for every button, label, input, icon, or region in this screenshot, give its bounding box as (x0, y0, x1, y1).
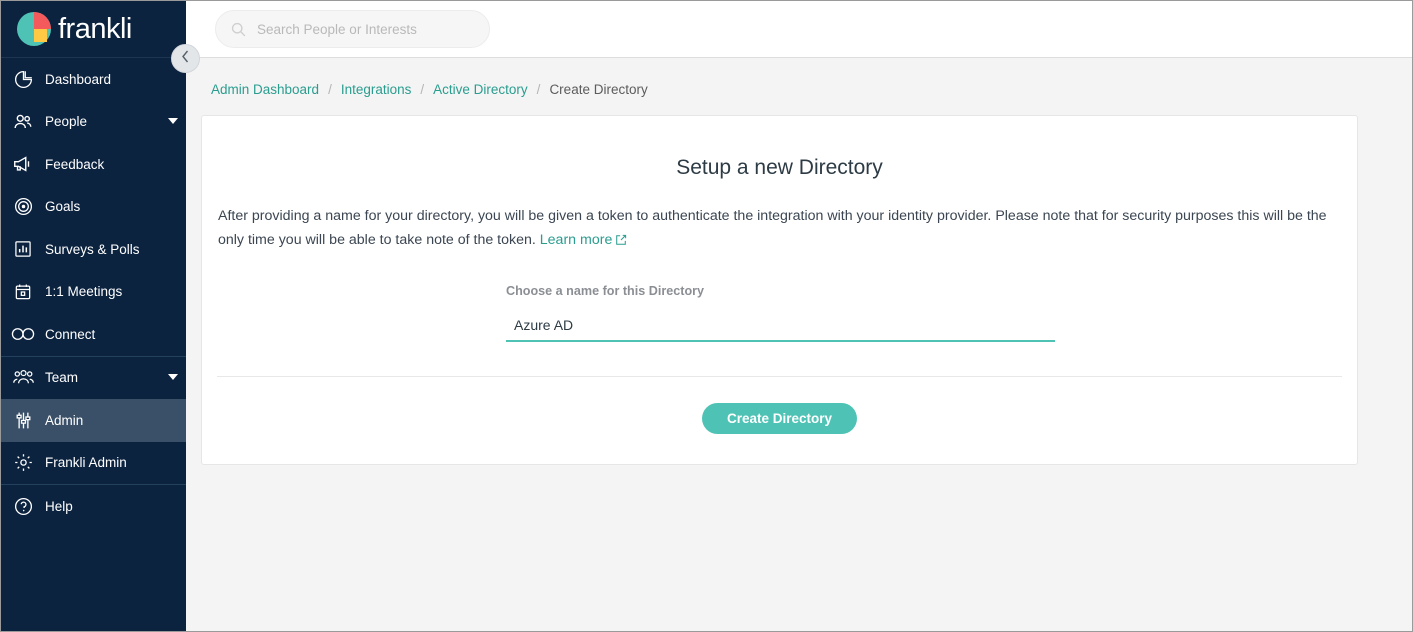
sidebar-item-label: Admin (45, 412, 84, 428)
create-directory-button[interactable]: Create Directory (701, 403, 858, 434)
sidebar-item-label: 1:1 Meetings (45, 284, 123, 300)
main-content: Admin Dashboard / Integrations / Active … (186, 58, 1412, 631)
breadcrumb: Admin Dashboard / Integrations / Active … (186, 58, 1412, 97)
sidebar-item-people[interactable]: People (1, 101, 186, 144)
setup-directory-card: Setup a new Directory After providing a … (201, 115, 1358, 465)
sidebar-item-help[interactable]: Help (1, 485, 186, 528)
sidebar-item-goals[interactable]: Goals (1, 186, 186, 229)
sidebar-item-1-1-meetings[interactable]: 1:1 Meetings (1, 271, 186, 314)
learn-more-link[interactable]: Learn more (540, 232, 613, 248)
sidebar-item-frankli-admin[interactable]: Frankli Admin (1, 442, 186, 485)
breadcrumb-item-create-directory: Create Directory (549, 82, 648, 97)
card-actions: Create Directory (217, 403, 1342, 434)
sidebar-item-surveys-polls[interactable]: Surveys & Polls (1, 228, 186, 271)
directory-name-input[interactable] (506, 314, 1055, 342)
sidebar-item-team[interactable]: Team (1, 357, 186, 400)
directory-name-label: Choose a name for this Directory (506, 284, 705, 298)
sidebar-item-label: Connect (45, 326, 96, 342)
chevron-down-icon[interactable] (160, 374, 186, 381)
breadcrumb-separator: / (536, 82, 541, 97)
megaphone-icon (1, 153, 45, 175)
breadcrumb-item-active-directory[interactable]: Active Directory (433, 82, 528, 97)
external-link-icon[interactable] (615, 234, 627, 250)
calendar-icon (1, 282, 45, 302)
sidebar-item-label: Goals (45, 199, 81, 215)
page-title: Setup a new Directory (676, 156, 883, 179)
breadcrumb-separator: / (420, 82, 425, 97)
sidebar-item-label: Team (45, 370, 79, 386)
search-icon (230, 21, 247, 38)
sidebar-item-label: Dashboard (45, 71, 112, 87)
app-window: frankli Dashboard People Feedback Goals … (0, 0, 1413, 632)
sidebar-item-feedback[interactable]: Feedback (1, 143, 186, 186)
card-divider (217, 376, 1342, 377)
card-description: After providing a name for your director… (217, 204, 1342, 254)
directory-name-field-group: Choose a name for this Directory (506, 284, 1055, 342)
sidebar-item-label: Frankli Admin (45, 455, 127, 471)
infinity-icon (1, 324, 45, 344)
sidebar-item-label: Surveys & Polls (45, 241, 140, 257)
breadcrumb-item-integrations[interactable]: Integrations (341, 82, 412, 97)
people-icon (1, 111, 45, 133)
franklin-pie-logo-icon (17, 12, 51, 46)
search-placeholder: Search People or Interests (257, 21, 417, 37)
breadcrumb-separator: / (328, 82, 332, 97)
sliders-icon (1, 410, 45, 431)
sidebar-nav: Dashboard People Feedback Goals Surveys … (1, 58, 186, 528)
brand-name: frankli (58, 12, 132, 45)
gear-icon (1, 452, 45, 473)
chevron-down-icon[interactable] (160, 118, 186, 125)
team-group-icon (1, 366, 45, 389)
top-bar: Search People or Interests (186, 1, 1412, 58)
sidebar-item-label: Help (45, 498, 73, 514)
sidebar: frankli Dashboard People Feedback Goals … (1, 1, 186, 631)
sidebar-item-label: Feedback (45, 156, 105, 172)
sidebar-item-admin[interactable]: Admin (1, 399, 186, 442)
breadcrumb-item-admin-dashboard[interactable]: Admin Dashboard (211, 82, 319, 97)
target-icon (1, 196, 45, 217)
chevron-left-icon (181, 50, 190, 68)
sidebar-item-connect[interactable]: Connect (1, 313, 186, 356)
pie-chart-icon (1, 69, 45, 90)
sidebar-collapse-button[interactable] (171, 44, 200, 73)
question-circle-icon (1, 496, 45, 517)
bar-chart-icon (1, 239, 45, 259)
sidebar-item-label: People (45, 114, 88, 130)
brand-logo[interactable]: frankli (1, 1, 186, 58)
sidebar-item-dashboard[interactable]: Dashboard (1, 58, 186, 101)
search-input[interactable]: Search People or Interests (215, 10, 490, 48)
description-text: After providing a name for your director… (218, 208, 1327, 248)
